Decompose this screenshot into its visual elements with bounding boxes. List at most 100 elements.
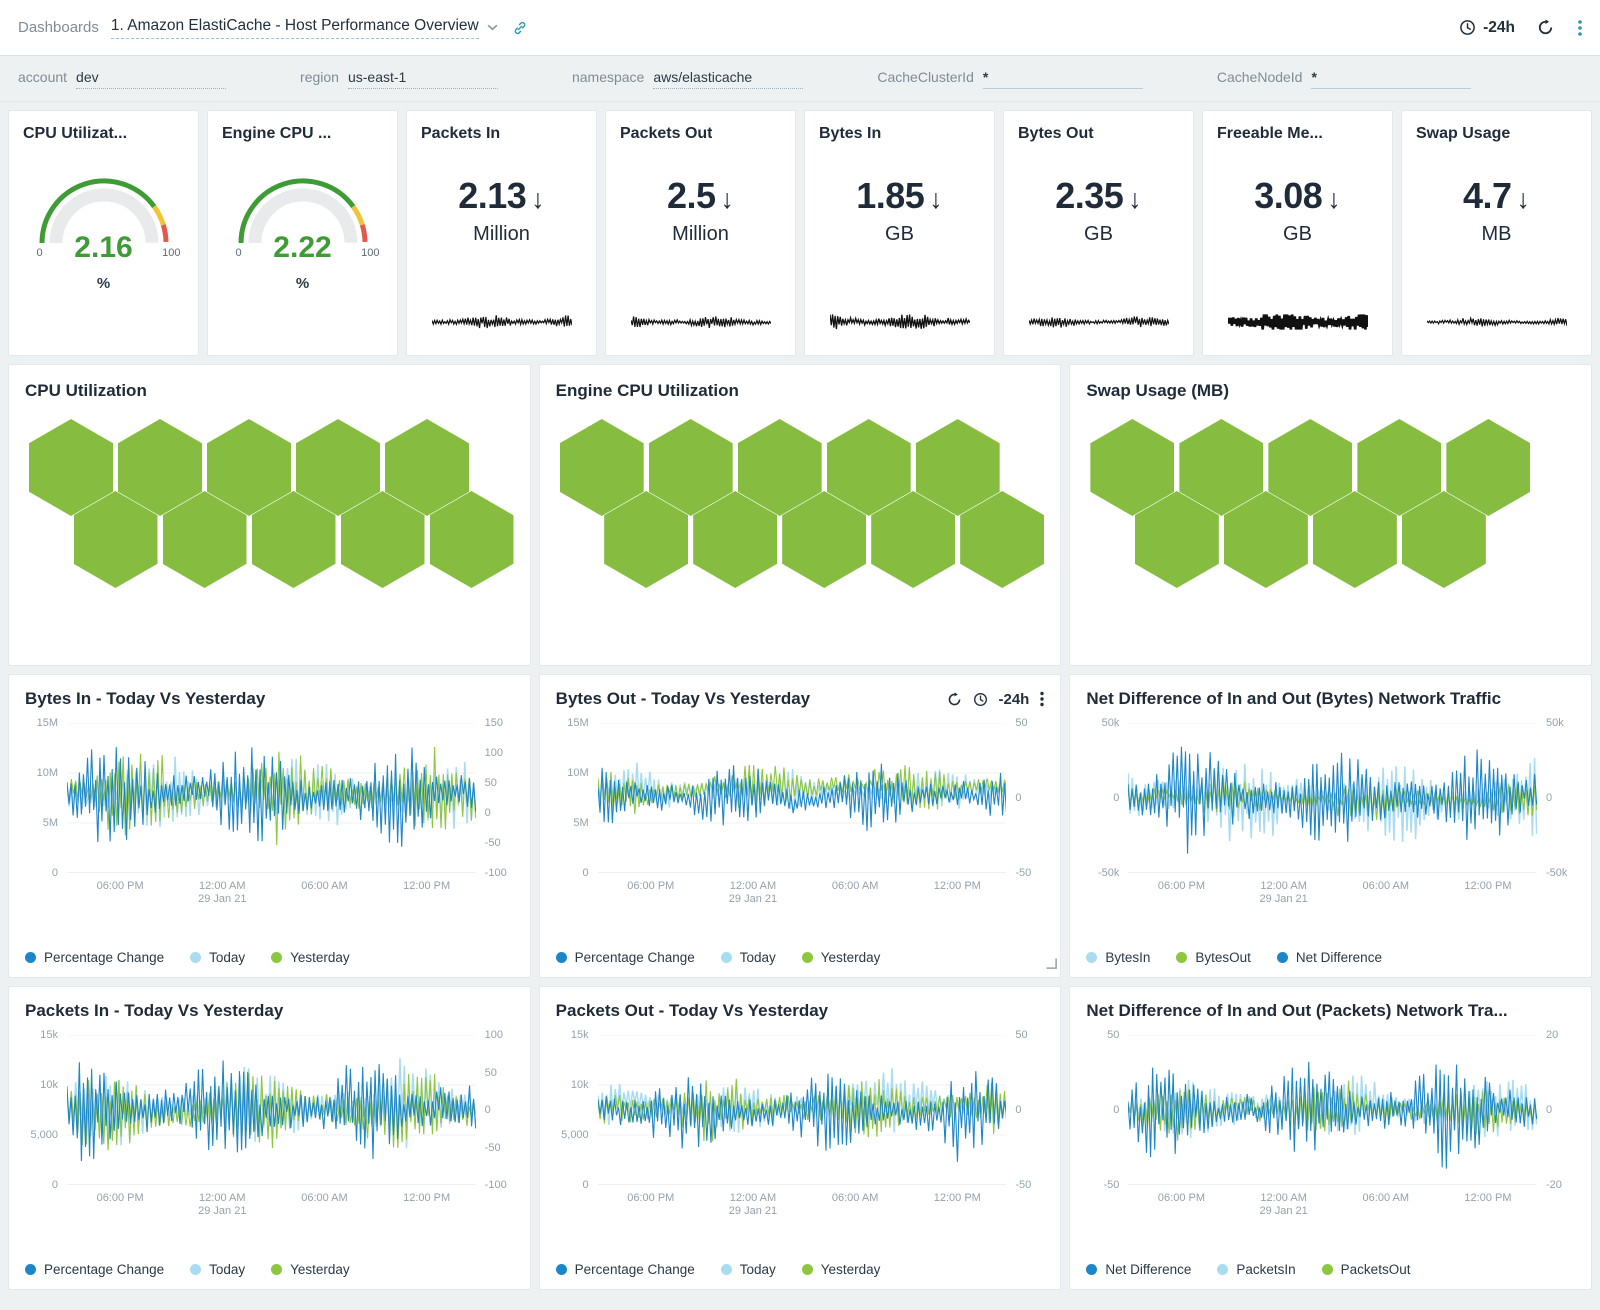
- y-axis-left: 500-50: [1080, 1035, 1128, 1185]
- y-tick-label: 0: [1113, 1104, 1119, 1116]
- stat-card-packets-out: Packets Out2.5↓Million: [605, 110, 796, 356]
- chart-legend: Percentage Change Today Yesterday: [9, 950, 530, 977]
- chart-area: 15k10k5,0000500-5006:00 PM12:00 AM29 Jan…: [540, 1021, 1061, 1221]
- x-tick-time: 12:00 PM: [934, 1192, 981, 1204]
- stat-card-title: Swap Usage: [1416, 125, 1510, 143]
- clock-icon[interactable]: [973, 692, 988, 707]
- legend-item-packetsin[interactable]: PacketsIn: [1217, 1262, 1295, 1277]
- time-range-control[interactable]: -24h: [1459, 19, 1515, 37]
- legend-item-yesterday[interactable]: Yesterday: [802, 1262, 881, 1277]
- y-tick-label: 0: [1546, 792, 1552, 804]
- x-tick-label: 12:00 PM: [403, 880, 450, 893]
- y-tick-label: 5,000: [561, 1129, 589, 1141]
- dashboard-title-dropdown[interactable]: 1. Amazon ElastiCache - Host Performance…: [111, 17, 498, 39]
- topbar: Dashboards 1. Amazon ElastiCache - Host …: [0, 0, 1600, 56]
- legend-item-percentage-change[interactable]: Percentage Change: [25, 1262, 164, 1277]
- x-tick-label: 12:00 AM29 Jan 21: [198, 880, 246, 906]
- legend-dot: [271, 952, 282, 963]
- x-tick-label: 06:00 PM: [1158, 1192, 1205, 1205]
- line-chart-canvas: [67, 1035, 476, 1185]
- legend-item-packetsout[interactable]: PacketsOut: [1322, 1262, 1411, 1277]
- sparkline-chart: [1228, 314, 1368, 335]
- legend-dot: [190, 952, 201, 963]
- filter-cachenodeid: CacheNodeId*: [1217, 69, 1472, 89]
- legend-dot: [556, 1264, 567, 1275]
- trend-down-arrow-icon: ↓: [1128, 184, 1142, 215]
- legend-dot: [1176, 952, 1187, 963]
- legend-item-bytesout[interactable]: BytesOut: [1176, 950, 1251, 965]
- legend-item-today[interactable]: Today: [721, 950, 776, 965]
- chart-panel-net-difference-of-in-and-out-bytes-network-traffic: Net Difference of In and Out (Bytes) Net…: [1069, 674, 1592, 978]
- legend-label: Yesterday: [290, 1262, 350, 1277]
- x-tick-date: 29 Jan 21: [198, 1205, 246, 1217]
- legend-item-bytesin[interactable]: BytesIn: [1086, 950, 1150, 965]
- legend-item-percentage-change[interactable]: Percentage Change: [556, 950, 695, 965]
- x-tick-time: 12:00 PM: [1464, 880, 1511, 892]
- filter-label: region: [300, 69, 339, 85]
- filter-label: namespace: [572, 69, 644, 85]
- y-tick-label: 5,000: [30, 1129, 58, 1141]
- chart-panel-net-difference-of-in-and-out-packets-network-tra: Net Difference of In and Out (Packets) N…: [1069, 986, 1592, 1290]
- breadcrumb[interactable]: Dashboards: [18, 19, 99, 36]
- y-tick-label: 0: [52, 867, 58, 879]
- x-tick-time: 06:00 AM: [301, 880, 347, 892]
- refresh-icon[interactable]: [947, 692, 962, 707]
- link-icon[interactable]: [512, 20, 528, 36]
- legend-item-yesterday[interactable]: Yesterday: [271, 950, 350, 965]
- filter-value-input[interactable]: aws/elasticache: [653, 69, 803, 89]
- y-tick-label: 50: [485, 1067, 497, 1079]
- stat-card-title: Engine CPU ...: [222, 125, 331, 143]
- legend-item-today[interactable]: Today: [721, 1262, 776, 1277]
- panel-title: Swap Usage (MB): [1070, 381, 1591, 401]
- stat-value-row: 2.35↓: [1055, 175, 1142, 217]
- charts-row-2: Packets In - Today Vs Yesterday15k10k5,0…: [0, 986, 1600, 1290]
- kebab-menu-icon[interactable]: [1040, 691, 1044, 707]
- filter-value-input[interactable]: dev: [76, 69, 226, 89]
- y-axis-right: 500-50: [1006, 1035, 1050, 1185]
- chart-header: Packets Out - Today Vs Yesterday: [540, 987, 1061, 1021]
- legend-item-percentage-change[interactable]: Percentage Change: [25, 950, 164, 965]
- filter-value-input[interactable]: *: [1311, 69, 1471, 89]
- x-tick-time: 06:00 AM: [832, 880, 878, 892]
- filter-value-input[interactable]: us-east-1: [348, 69, 498, 89]
- x-axis: 06:00 PM12:00 AM29 Jan 2106:00 AM12:00 P…: [67, 873, 476, 909]
- y-tick-label: 15M: [567, 717, 588, 729]
- legend-item-today[interactable]: Today: [190, 1262, 245, 1277]
- sparkline: [1427, 314, 1567, 330]
- legend-label: Percentage Change: [44, 950, 164, 965]
- resize-handle-icon[interactable]: [1046, 956, 1057, 974]
- gauge-min-label: 0: [37, 247, 43, 259]
- x-tick-label: 06:00 AM: [832, 880, 878, 893]
- legend-item-net-difference[interactable]: Net Difference: [1277, 950, 1382, 965]
- legend-label: Today: [740, 1262, 776, 1277]
- y-tick-label: 15k: [40, 1029, 58, 1041]
- stat-card-bytes-out: Bytes Out2.35↓GB: [1003, 110, 1194, 356]
- legend-item-yesterday[interactable]: Yesterday: [271, 1262, 350, 1277]
- y-tick-label: 0: [1015, 792, 1021, 804]
- legend-dot: [556, 952, 567, 963]
- chart-plot: [598, 723, 1007, 873]
- legend-label: Percentage Change: [44, 1262, 164, 1277]
- legend-item-yesterday[interactable]: Yesterday: [802, 950, 881, 965]
- stat-value-row: 3.08↓: [1254, 175, 1341, 217]
- y-axis-left: 50k0-50k: [1080, 723, 1128, 873]
- legend-item-net-difference[interactable]: Net Difference: [1086, 1262, 1191, 1277]
- chart-panel-packets-out-today-vs-yesterday: Packets Out - Today Vs Yesterday15k10k5,…: [539, 986, 1062, 1290]
- x-tick-label: 06:00 AM: [1363, 880, 1409, 893]
- y-tick-label: 50: [1107, 1029, 1119, 1041]
- honeycomb-panel-engine-cpu-utilization: Engine CPU Utilization: [539, 364, 1062, 666]
- filter-label: account: [18, 69, 67, 85]
- honeycomb-grid: [552, 415, 1049, 591]
- x-tick-time: 12:00 AM: [1260, 1192, 1306, 1204]
- gauge-min-label: 0: [236, 247, 242, 259]
- legend-item-today[interactable]: Today: [190, 950, 245, 965]
- kebab-menu-icon[interactable]: [1578, 19, 1582, 37]
- refresh-icon[interactable]: [1537, 19, 1554, 36]
- x-tick-label: 12:00 PM: [934, 1192, 981, 1205]
- filter-value-input[interactable]: *: [983, 69, 1143, 89]
- legend-item-percentage-change[interactable]: Percentage Change: [556, 1262, 695, 1277]
- y-tick-label: 10M: [37, 767, 58, 779]
- stat-card-freeable-me: Freeable Me...3.08↓GB: [1202, 110, 1393, 356]
- stat-card-title: Packets Out: [620, 125, 712, 143]
- y-tick-label: 0: [1546, 1104, 1552, 1116]
